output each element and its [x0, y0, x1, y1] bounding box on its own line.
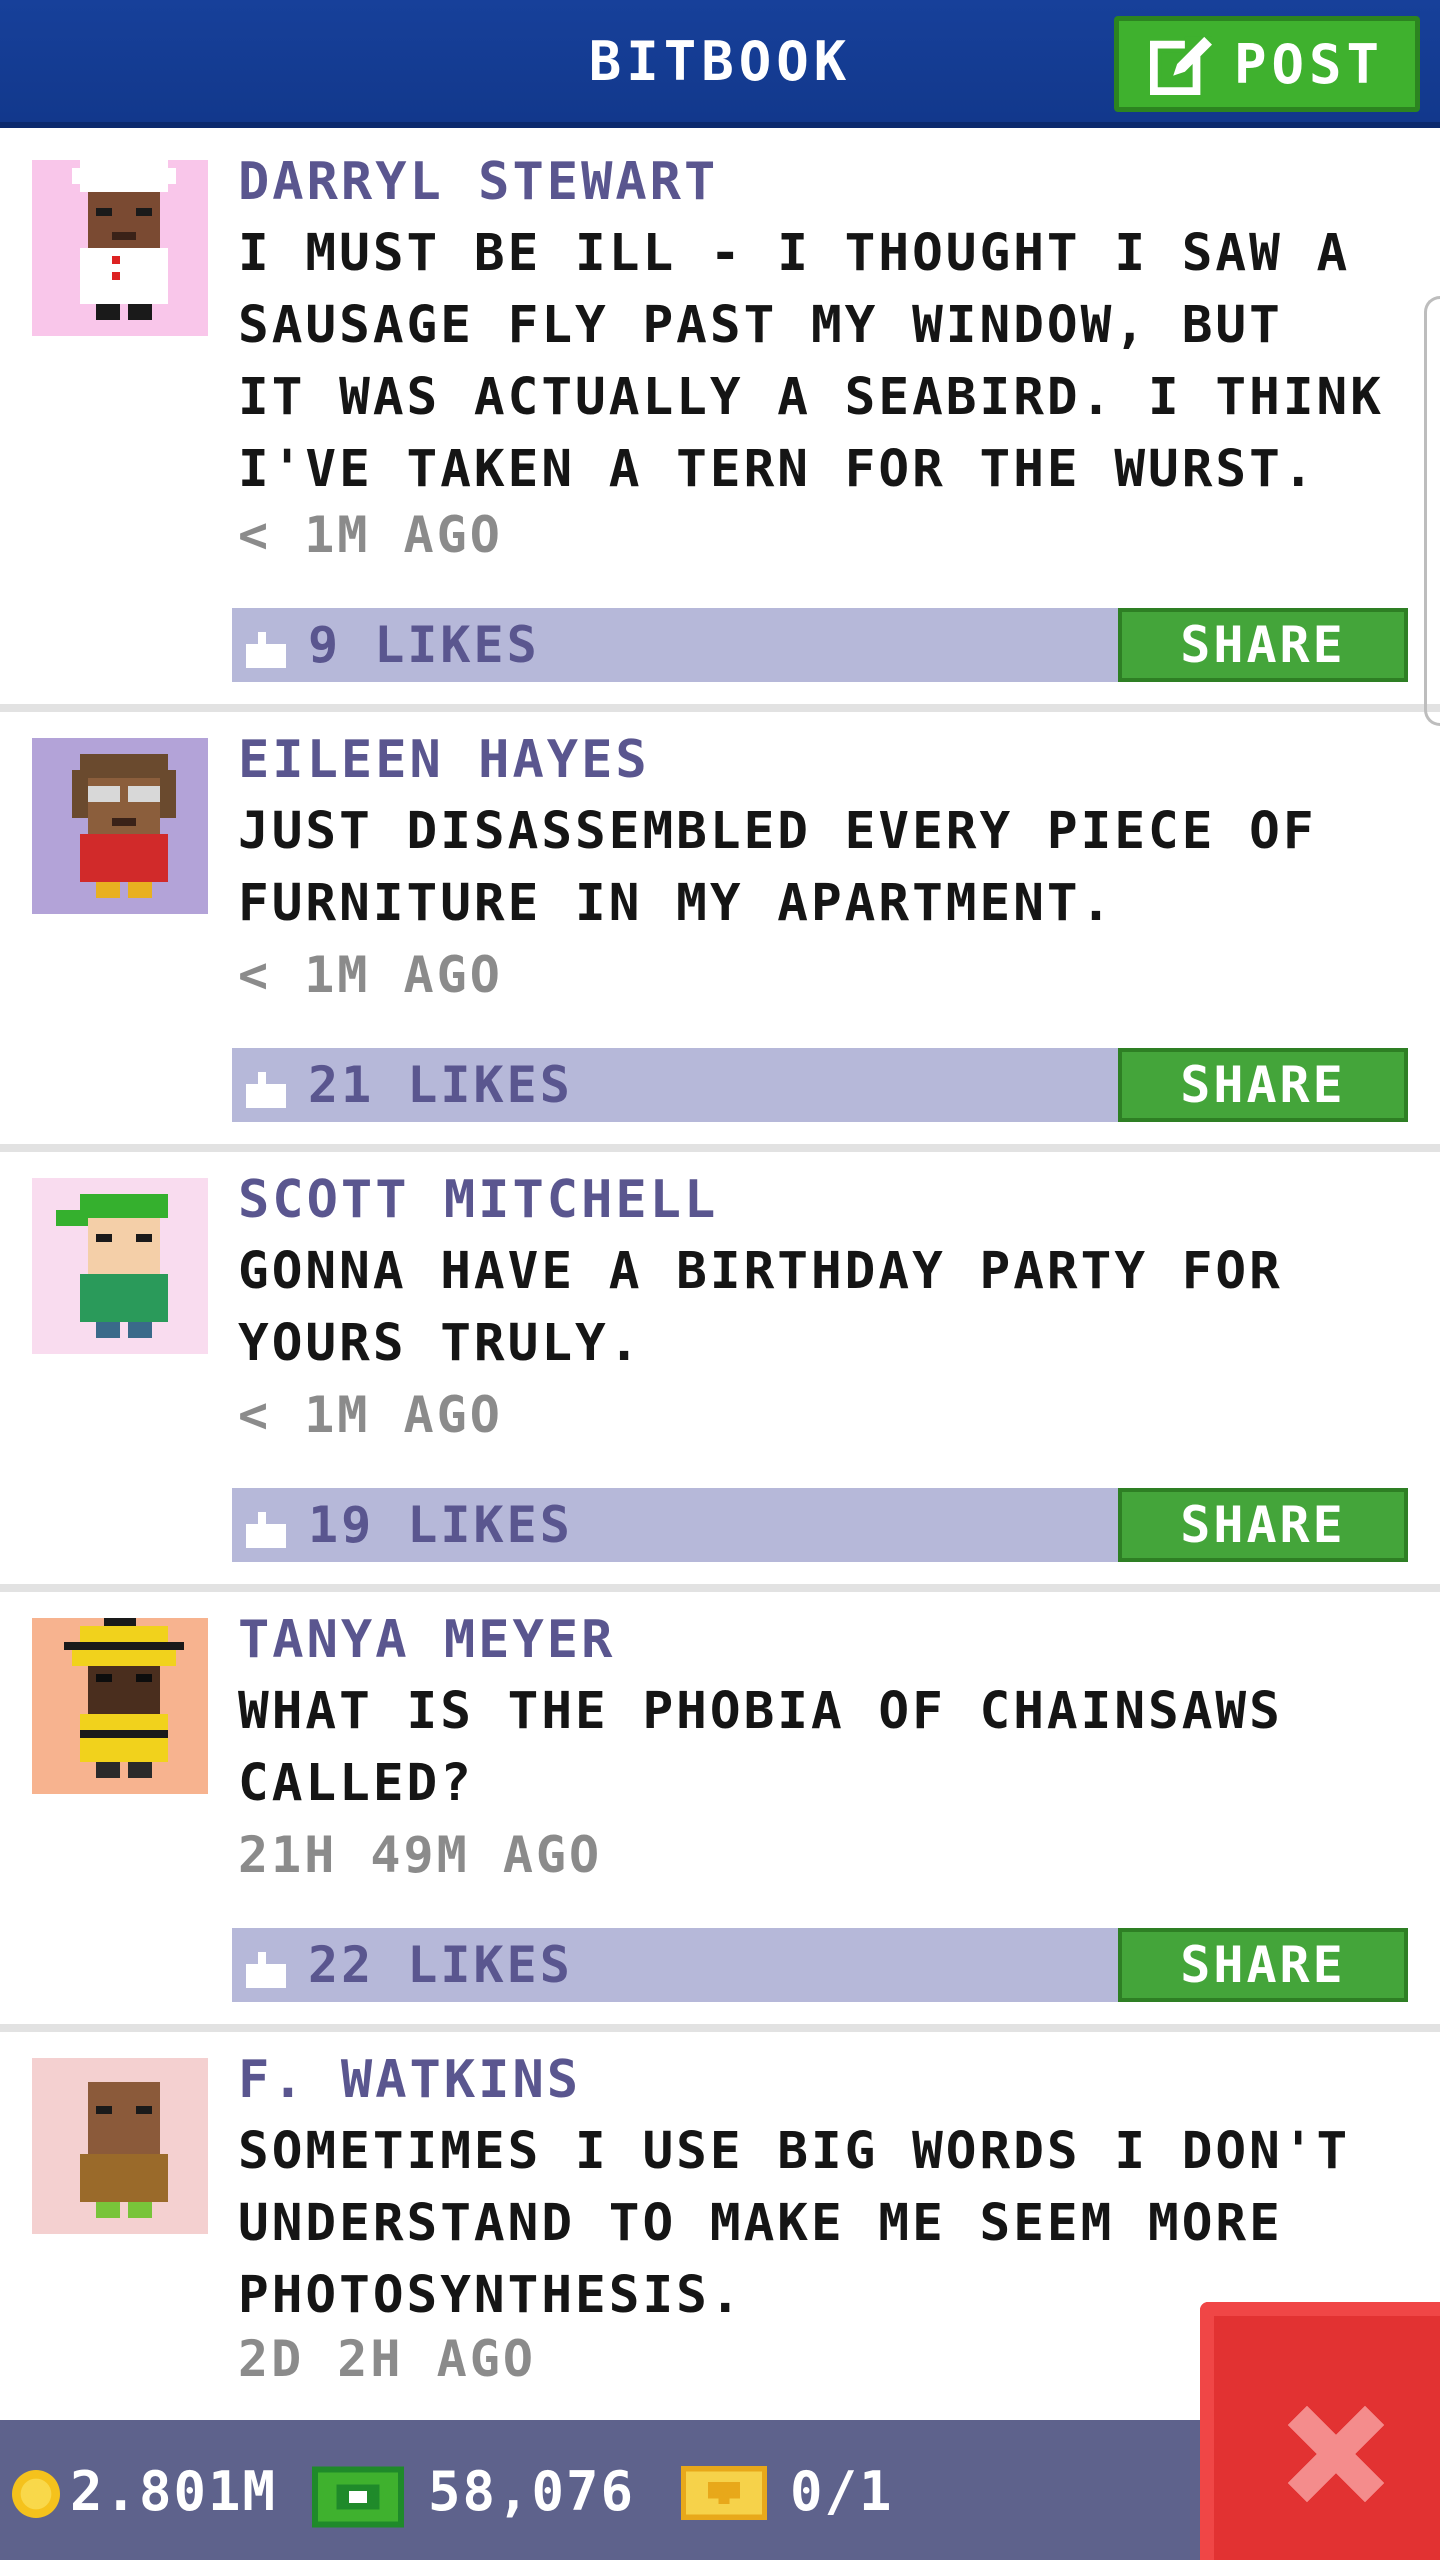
chef-avatar-icon [32, 160, 208, 336]
post-timestamp: < 1M AGO [238, 506, 503, 564]
divider [0, 2024, 1440, 2032]
avatar[interactable] [32, 738, 208, 914]
feed-post: TANYA MEYER WHAT IS THE PHOBIA OF CHAINS… [0, 1592, 1440, 2024]
coin-icon [12, 2470, 60, 2518]
post-text: JUST DISASSEMBLED EVERY PIECE OF FURNITU… [238, 802, 1317, 933]
thumbs-up-icon [246, 632, 286, 668]
tickets-value: 0/1 [790, 2460, 894, 2523]
likes-count: 21 LIKES [308, 1056, 573, 1114]
share-button[interactable]: SHARE [1118, 1488, 1408, 1562]
post-timestamp: < 1M AGO [238, 1386, 503, 1444]
close-icon [1287, 2405, 1385, 2503]
post-timestamp: 21H 49M AGO [238, 1826, 603, 1884]
like-bar[interactable]: 9 LIKES SHARE [232, 608, 1408, 682]
post-button[interactable]: POST [1114, 16, 1420, 112]
thumbs-up-icon [246, 1072, 286, 1108]
post-timestamp: 2D 2H AGO [238, 2330, 536, 2388]
likes-count: 19 LIKES [308, 1496, 573, 1554]
bux-icon [312, 2466, 404, 2528]
share-button[interactable]: SHARE [1118, 608, 1408, 682]
bald-man-avatar-icon [32, 2058, 208, 2234]
scroll-handle[interactable] [1424, 296, 1440, 726]
post-author[interactable]: EILEEN HAYES [238, 730, 650, 790]
avatar[interactable] [32, 160, 208, 336]
compose-icon [1149, 36, 1212, 95]
ticket-icon [680, 2466, 768, 2520]
avatar[interactable] [32, 1178, 208, 1354]
post-text: GONNA HAVE A BIRTHDAY PARTY FOR YOURS TR… [238, 1242, 1283, 1373]
like-bar[interactable]: 21 LIKES SHARE [232, 1048, 1408, 1122]
bux-value: 58,076 [428, 2460, 636, 2523]
avatar[interactable] [32, 2058, 208, 2234]
coins-value: 2.801M [70, 2460, 278, 2523]
thumbs-up-icon [246, 1952, 286, 1988]
avatar[interactable] [32, 1618, 208, 1794]
share-button[interactable]: SHARE [1118, 1928, 1408, 2002]
divider [0, 1144, 1440, 1152]
post-button-label: POST [1233, 32, 1385, 96]
feed-list[interactable]: DARRYL STEWART I MUST BE ILL - I THOUGHT… [0, 134, 1440, 2452]
share-button[interactable]: SHARE [1118, 1048, 1408, 1122]
divider [0, 1584, 1440, 1592]
post-author[interactable]: SCOTT MITCHELL [238, 1170, 718, 1230]
post-timestamp: < 1M AGO [238, 946, 503, 1004]
post-text: SOMETIMES I USE BIG WORDS I DON'T UNDERS… [238, 2122, 1351, 2325]
thumbs-up-icon [246, 1512, 286, 1548]
hardhat-avatar-icon [32, 1618, 208, 1794]
likes-count: 22 LIKES [308, 1936, 573, 1994]
feed-post: SCOTT MITCHELL GONNA HAVE A BIRTHDAY PAR… [0, 1152, 1440, 1584]
feed-post: EILEEN HAYES JUST DISASSEMBLED EVERY PIE… [0, 712, 1440, 1144]
post-text: WHAT IS THE PHOBIA OF CHAINSAWS CALLED? [238, 1682, 1283, 1813]
app-header: BITBOOK POST [0, 0, 1440, 128]
like-bar[interactable]: 19 LIKES SHARE [232, 1488, 1408, 1562]
post-author[interactable]: TANYA MEYER [238, 1610, 615, 1670]
feed-post: DARRYL STEWART I MUST BE ILL - I THOUGHT… [0, 134, 1440, 704]
likes-count: 9 LIKES [308, 616, 540, 674]
like-bar[interactable]: 22 LIKES SHARE [232, 1928, 1408, 2002]
post-author[interactable]: F. WATKINS [238, 2050, 581, 2110]
green-cap-avatar-icon [32, 1178, 208, 1354]
old-woman-avatar-icon [32, 738, 208, 914]
divider [0, 704, 1440, 712]
post-author[interactable]: DARRYL STEWART [238, 152, 718, 212]
post-text: I MUST BE ILL - I THOUGHT I SAW A SAUSAG… [238, 224, 1384, 499]
close-button[interactable] [1200, 2302, 1440, 2560]
